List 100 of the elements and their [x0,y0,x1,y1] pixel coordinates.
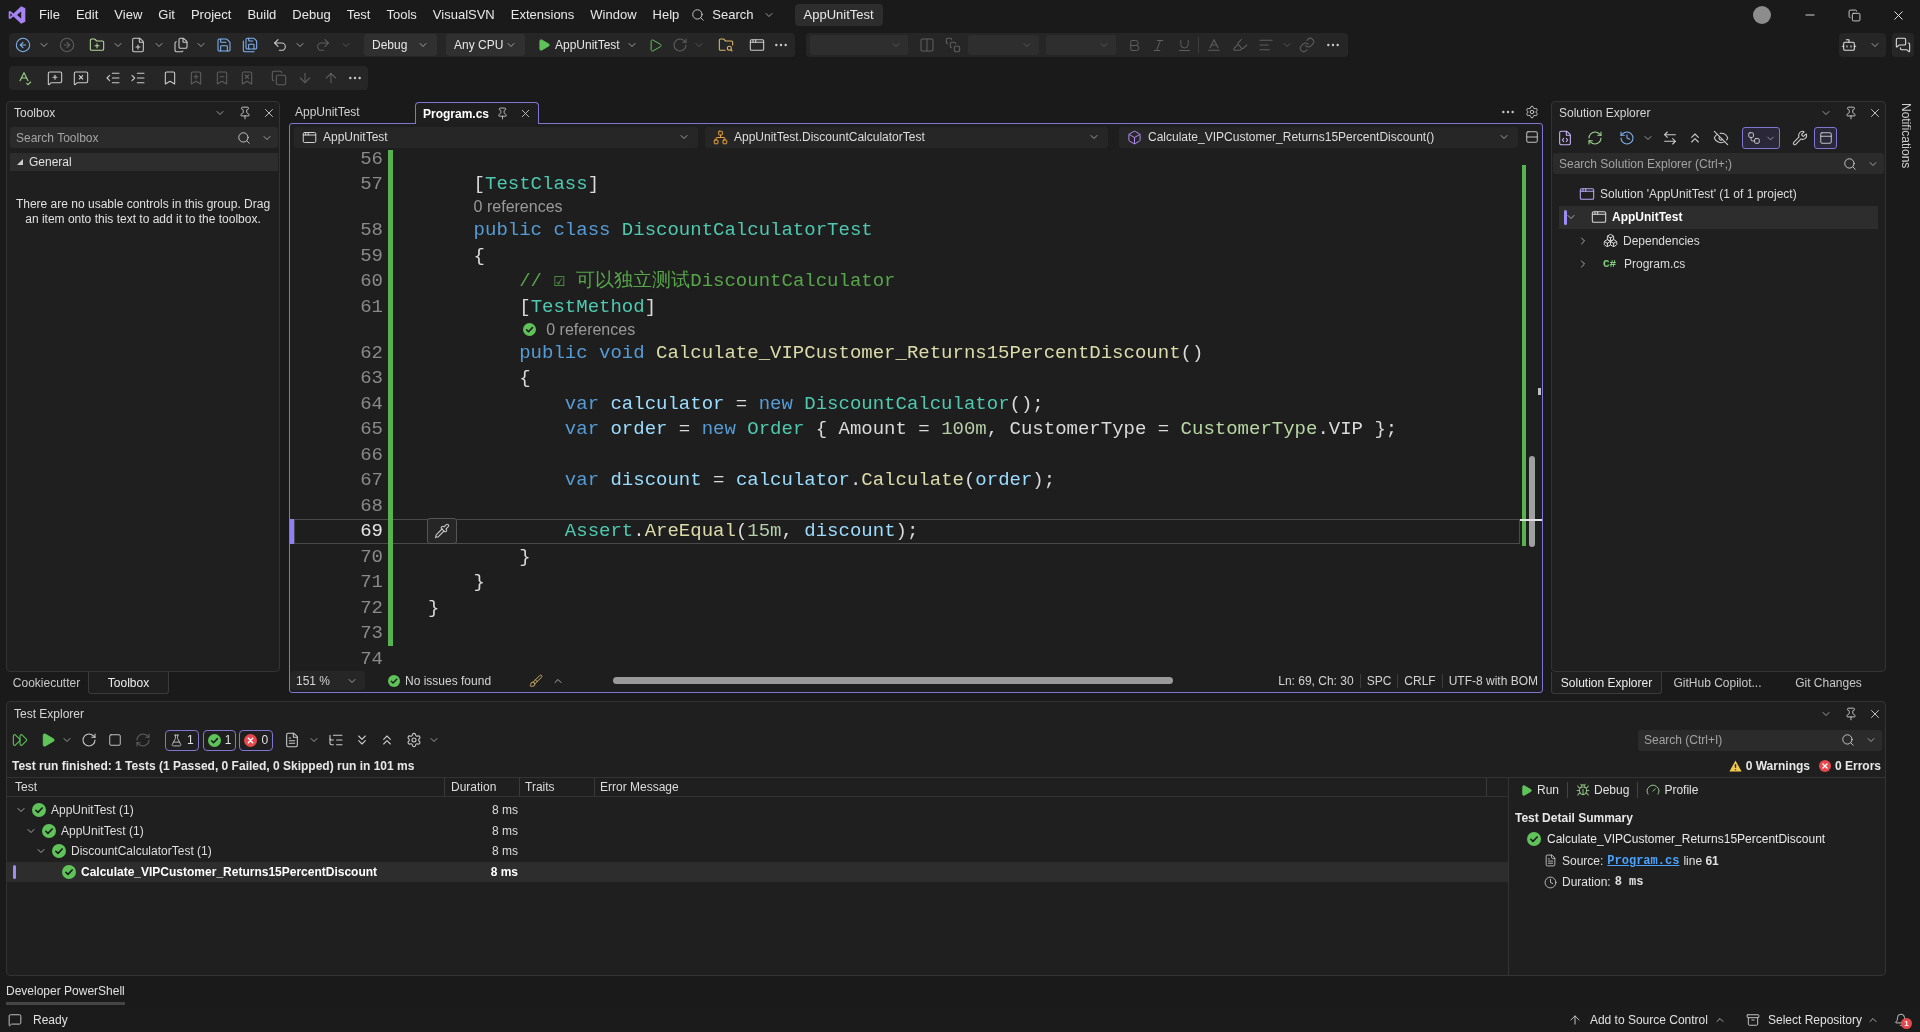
pipette-icon[interactable] [427,517,457,544]
menu-item[interactable]: File [31,5,68,25]
editor-tab[interactable]: AppUnitTest [289,101,413,123]
platform-dropdown[interactable]: Any CPU [446,34,525,56]
source-link[interactable]: Program.cs [1607,851,1680,870]
dock-tab[interactable]: Cookiecutter [6,672,87,694]
menu-item[interactable]: Edit [67,5,107,25]
configuration-dropdown[interactable]: Debug [364,34,437,56]
scrollbar-thumb[interactable] [613,677,1174,684]
menu-item[interactable]: VisualSVN [424,5,503,25]
menu-item[interactable]: Extensions [502,5,583,25]
test-name[interactable]: AppUnitTest (1) [51,801,134,820]
pin-icon[interactable] [1844,706,1858,721]
search-menu[interactable]: Search [691,5,775,25]
list-tree-icon[interactable] [328,732,345,748]
references-link[interactable]: 0 references [473,198,563,217]
run-button[interactable]: Run [1520,781,1559,799]
brush-icon[interactable] [529,673,544,688]
line-endings-status[interactable]: CRLF [1404,671,1436,690]
add-to-source-control-button[interactable]: Add to Source Control [1567,1011,1726,1029]
save-all-icon[interactable] [242,37,258,53]
menu-item[interactable]: Tools [378,5,425,25]
test-name[interactable]: AppUnitTest (1) [61,821,144,840]
group-header[interactable]: General [10,153,278,171]
tree-item-label[interactable]: AppUnitTest [1612,208,1683,227]
file-code-icon[interactable] [1557,130,1573,146]
tree-item-label[interactable]: Dependencies [1623,231,1700,250]
test-name[interactable]: DiscountCalculatorTest (1) [71,842,212,861]
selected-row[interactable]: AppUnitTest [1559,205,1878,229]
undo-icon[interactable] [272,37,288,53]
editor-tab[interactable]: Program.cs [415,102,539,124]
search-icon[interactable] [1843,156,1857,171]
column-header[interactable]: Test [15,778,37,796]
navigation-dropdown[interactable]: AppUnitTest.DiscountCalculatorTest [705,126,1108,148]
menu-item[interactable]: Help [644,5,688,25]
refresh-icon[interactable] [1587,130,1603,146]
search-field[interactable]: Search (Ctrl+I) [1638,729,1882,751]
menu-item[interactable]: Build [239,5,285,25]
warnings-count[interactable]: 0 Warnings [1745,757,1810,775]
references-link[interactable]: 0 references [546,320,636,339]
folder-plus-icon[interactable] [89,37,105,53]
back-icon[interactable] [15,37,31,53]
column-header[interactable]: Duration [451,778,497,796]
font-color-icon[interactable] [1205,37,1222,53]
file-plus-icon[interactable] [130,37,146,53]
stop-icon[interactable] [108,733,122,747]
column-header[interactable]: Error Message [600,778,679,796]
menu-item[interactable]: Window [582,5,645,25]
close-icon[interactable] [519,107,532,120]
document-icon[interactable] [284,732,301,748]
search-icon[interactable] [237,130,251,145]
zoom-dropdown[interactable]: 151 % [290,671,365,690]
solution-name-badge[interactable]: AppUnitTest [794,4,883,26]
folder-search-icon[interactable] [717,37,734,53]
history-icon[interactable] [1619,130,1635,146]
search-input[interactable]: Search Toolbox [10,127,237,148]
select-repository-button[interactable]: Select Repository [1745,1011,1879,1029]
window-icon[interactable] [748,37,765,53]
settings-icon[interactable] [1525,105,1539,119]
menu-item[interactable]: Project [182,5,240,25]
dropdown-field[interactable] [967,35,1039,55]
files-icon[interactable] [173,37,189,53]
search-icon[interactable] [1841,733,1855,747]
close-icon[interactable] [1868,106,1882,120]
close-icon[interactable] [262,106,276,120]
menu-item[interactable]: Git [150,5,183,25]
comment-icon[interactable] [47,70,63,86]
arrows-left-right-icon[interactable] [1662,130,1678,146]
avatar-icon[interactable] [1753,6,1771,24]
dropdown-field[interactable] [1045,35,1116,55]
navigation-dropdown[interactable]: AppUnitTest [294,126,698,148]
split-icon[interactable] [1525,130,1539,144]
pin-icon[interactable] [1844,106,1858,120]
debug-button[interactable]: Debug [1576,781,1630,799]
settings-icon[interactable] [406,732,423,748]
indent-decrease-icon[interactable] [105,70,121,86]
start-button[interactable]: AppUnitTest [537,36,638,54]
wrench-icon[interactable] [1792,130,1808,146]
column-header[interactable]: Traits [525,778,555,796]
bookmark-icon[interactable] [162,70,178,86]
window-icon[interactable] [302,129,317,145]
total-tests-button[interactable]: 1 [165,729,199,751]
errors-count[interactable]: 0 Errors [1834,757,1881,775]
comment-x-icon[interactable] [73,70,89,86]
passed-tests-button[interactable]: 1 [202,729,237,751]
menu-item[interactable]: View [106,5,151,25]
tree-item-label[interactable]: Solution 'AppUnitTest' (1 of 1 project) [1600,184,1797,203]
workflow-icon[interactable] [1746,131,1761,145]
selected-row[interactable]: Calculate_VIPCustomer_Returns15PercentDiscount 8 ms [7,861,1508,882]
pin-icon[interactable] [496,107,509,120]
encoding-status[interactable]: UTF-8 with BOM [1448,671,1538,690]
issues-status[interactable]: No issues found [405,671,492,690]
menu-item[interactable]: Test [338,5,379,25]
failed-tests-button[interactable]: 0 [239,729,274,751]
play-icon[interactable] [537,38,551,52]
pin-icon[interactable] [238,106,252,120]
indentation-status[interactable]: SPC [1366,671,1392,690]
tree-item-label[interactable]: Program.cs [1624,255,1686,274]
test-name[interactable]: Calculate_VIPCustomer_Returns15PercentDiscount [81,862,378,881]
filter-toggle[interactable] [1742,127,1780,149]
